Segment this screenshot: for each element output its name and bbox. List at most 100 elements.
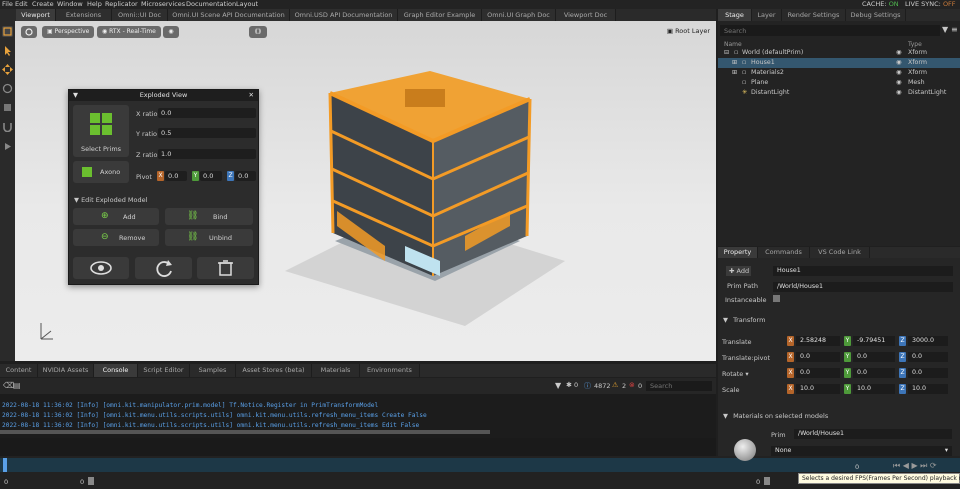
pivot-y-field[interactable]: 0.0 [200, 171, 222, 181]
tab-asset-stores[interactable]: Asset Stores (beta) [236, 364, 312, 377]
record-icon[interactable]: ⟪⟫ [249, 26, 267, 38]
select-tool-icon[interactable] [2, 26, 13, 37]
translate-z-field[interactable]: 3000.0 [908, 336, 948, 346]
rotate-tool-icon[interactable] [2, 83, 13, 94]
tab-content[interactable]: Content [0, 364, 38, 377]
options-icon[interactable]: ≡ [951, 25, 958, 34]
tab-viewport[interactable]: Viewport [16, 9, 56, 21]
console-search-input[interactable] [646, 381, 712, 391]
snap-magnet-icon[interactable] [2, 121, 13, 133]
z-ratio-field[interactable]: 1.0 [158, 149, 256, 159]
tab-materials[interactable]: Materials [312, 364, 360, 377]
tab-graph-editor-example[interactable]: Graph Editor Example [398, 9, 482, 21]
menu-documentation[interactable]: Documentation [186, 0, 236, 9]
prim-path-field[interactable]: /World/House1 [773, 282, 953, 292]
menu-replicator[interactable]: Replicator [105, 0, 138, 9]
root-layer-label[interactable]: ▣ Root Layer [667, 27, 710, 35]
filter-icon[interactable]: ▼ [942, 25, 948, 34]
rotate-z-field[interactable]: 0.0 [908, 368, 948, 378]
verbose-icon[interactable]: ✱ [566, 381, 572, 389]
axono-button[interactable]: Axono [73, 161, 129, 183]
play-icon[interactable] [2, 141, 13, 152]
stage-row-distantlight[interactable]: ✳ DistantLight ◉ DistantLight [718, 88, 960, 98]
viewport-settings-icon[interactable] [21, 26, 37, 38]
range-end-handle[interactable] [764, 477, 770, 485]
column-type-header[interactable]: Type [908, 41, 922, 48]
menu-edit[interactable]: Edit [15, 0, 28, 9]
menu-file[interactable]: File [2, 0, 13, 9]
x-ratio-field[interactable]: 0.0 [158, 108, 256, 118]
add-property-button[interactable]: ✚ Add [726, 266, 751, 276]
console-scrollbar[interactable] [0, 430, 490, 434]
material-dropdown[interactable]: None ▾ [771, 446, 952, 456]
scale-x-field[interactable]: 10.0 [796, 384, 840, 394]
tab-debug-settings[interactable]: Debug Settings [846, 9, 906, 21]
menu-microservices[interactable]: Microservices [141, 0, 185, 9]
console-input-area[interactable] [0, 438, 716, 456]
pivot-x-field[interactable]: 0.0 [165, 171, 187, 181]
pivot-z-field[interactable]: 0.0 [235, 171, 256, 181]
expand-toggle-icon[interactable]: ⊞ [732, 68, 737, 78]
tab-property[interactable]: Property [718, 247, 758, 258]
pivot-y-field[interactable]: 0.0 [853, 352, 895, 362]
tab-script-editor[interactable]: Script Editor [138, 364, 190, 377]
filter-icon[interactable]: ▼ [555, 381, 561, 390]
tab-vscode-link[interactable]: VS Code Link [810, 247, 870, 258]
range-start-handle[interactable] [88, 477, 94, 485]
pivot-x-field[interactable]: 0.0 [796, 352, 840, 362]
playhead[interactable] [3, 458, 7, 472]
menu-window[interactable]: Window [57, 0, 83, 9]
tab-render-settings[interactable]: Render Settings [782, 9, 846, 21]
bind-button[interactable]: ⛓ Bind [165, 208, 253, 225]
move-tool-icon[interactable] [2, 64, 13, 75]
close-icon[interactable]: ✕ [249, 90, 254, 101]
visibility-eye-icon[interactable]: ◉ [163, 26, 179, 38]
tab-graph-doc[interactable]: Omni.UI Graph Doc [482, 9, 556, 21]
house-model[interactable] [265, 61, 585, 331]
expand-toggle-icon[interactable]: ⊞ [732, 58, 737, 68]
unbind-button[interactable]: ⛓ Unbind [165, 229, 253, 246]
visibility-eye-icon[interactable]: ◉ [896, 48, 902, 58]
add-button[interactable]: ⊕ Add [73, 208, 159, 225]
menu-layout[interactable]: Layout [236, 0, 258, 9]
tab-omni-ui-doc[interactable]: Omni::UI Doc [112, 9, 168, 21]
eye-icon[interactable] [73, 257, 129, 279]
tab-nvidia-assets[interactable]: NVIDIA Assets [38, 364, 94, 377]
scale-z-field[interactable]: 10.0 [908, 384, 948, 394]
rotate-y-field[interactable]: 0.0 [853, 368, 895, 378]
arrow-tool-icon[interactable] [2, 45, 13, 56]
tab-stage[interactable]: Stage [718, 9, 752, 21]
tab-layer[interactable]: Layer [752, 9, 782, 21]
tab-scene-api-doc[interactable]: Omni.UI Scene API Documentation [168, 9, 290, 21]
info-icon[interactable]: ⓘ [584, 381, 591, 391]
stage-row-world[interactable]: ⊟ ▫ World (defaultPrim) ◉ Xform [718, 48, 960, 58]
rotate-label[interactable]: Rotate ▾ [722, 370, 749, 378]
error-icon[interactable]: ⊗ [629, 381, 635, 389]
collapse-toggle-icon[interactable]: ⊟ [724, 48, 729, 58]
trash-icon[interactable] [197, 257, 254, 279]
menu-help[interactable]: Help [87, 0, 102, 9]
renderer-dropdown[interactable]: ◉ RTX - Real-Time [97, 26, 161, 38]
warning-icon[interactable]: ⚠ [612, 381, 618, 389]
y-ratio-field[interactable]: 0.5 [158, 128, 256, 138]
visibility-eye-icon[interactable]: ◉ [896, 58, 902, 68]
stage-row-house1[interactable]: ⊞ ▫ House1 ◉ Xform [718, 58, 960, 68]
edit-section-header[interactable]: ▼ Edit Exploded Model [74, 196, 147, 204]
tab-extensions[interactable]: Extensions [56, 9, 112, 21]
tab-samples[interactable]: Samples [190, 364, 236, 377]
refresh-icon[interactable] [135, 257, 192, 279]
prim-name-field[interactable]: House1 [773, 266, 953, 276]
scale-tool-icon[interactable] [2, 102, 13, 113]
visibility-eye-icon[interactable]: ◉ [896, 68, 902, 78]
column-name-header[interactable]: Name [724, 41, 742, 48]
select-prims-button[interactable]: Select Prims [73, 105, 129, 157]
save-log-icon[interactable]: ▤ [13, 381, 21, 390]
remove-button[interactable]: ⊖ Remove [73, 229, 159, 246]
stage-row-plane[interactable]: ▫ Plane ◉ Mesh [718, 78, 960, 88]
translate-x-field[interactable]: 2.58248 [796, 336, 840, 346]
camera-dropdown[interactable]: ▣ Perspective [42, 26, 95, 38]
timeline-track[interactable] [0, 458, 960, 472]
material-prim-field[interactable]: /World/House1 [794, 429, 952, 439]
visibility-eye-icon[interactable]: ◉ [896, 88, 902, 98]
scale-y-field[interactable]: 10.0 [853, 384, 895, 394]
